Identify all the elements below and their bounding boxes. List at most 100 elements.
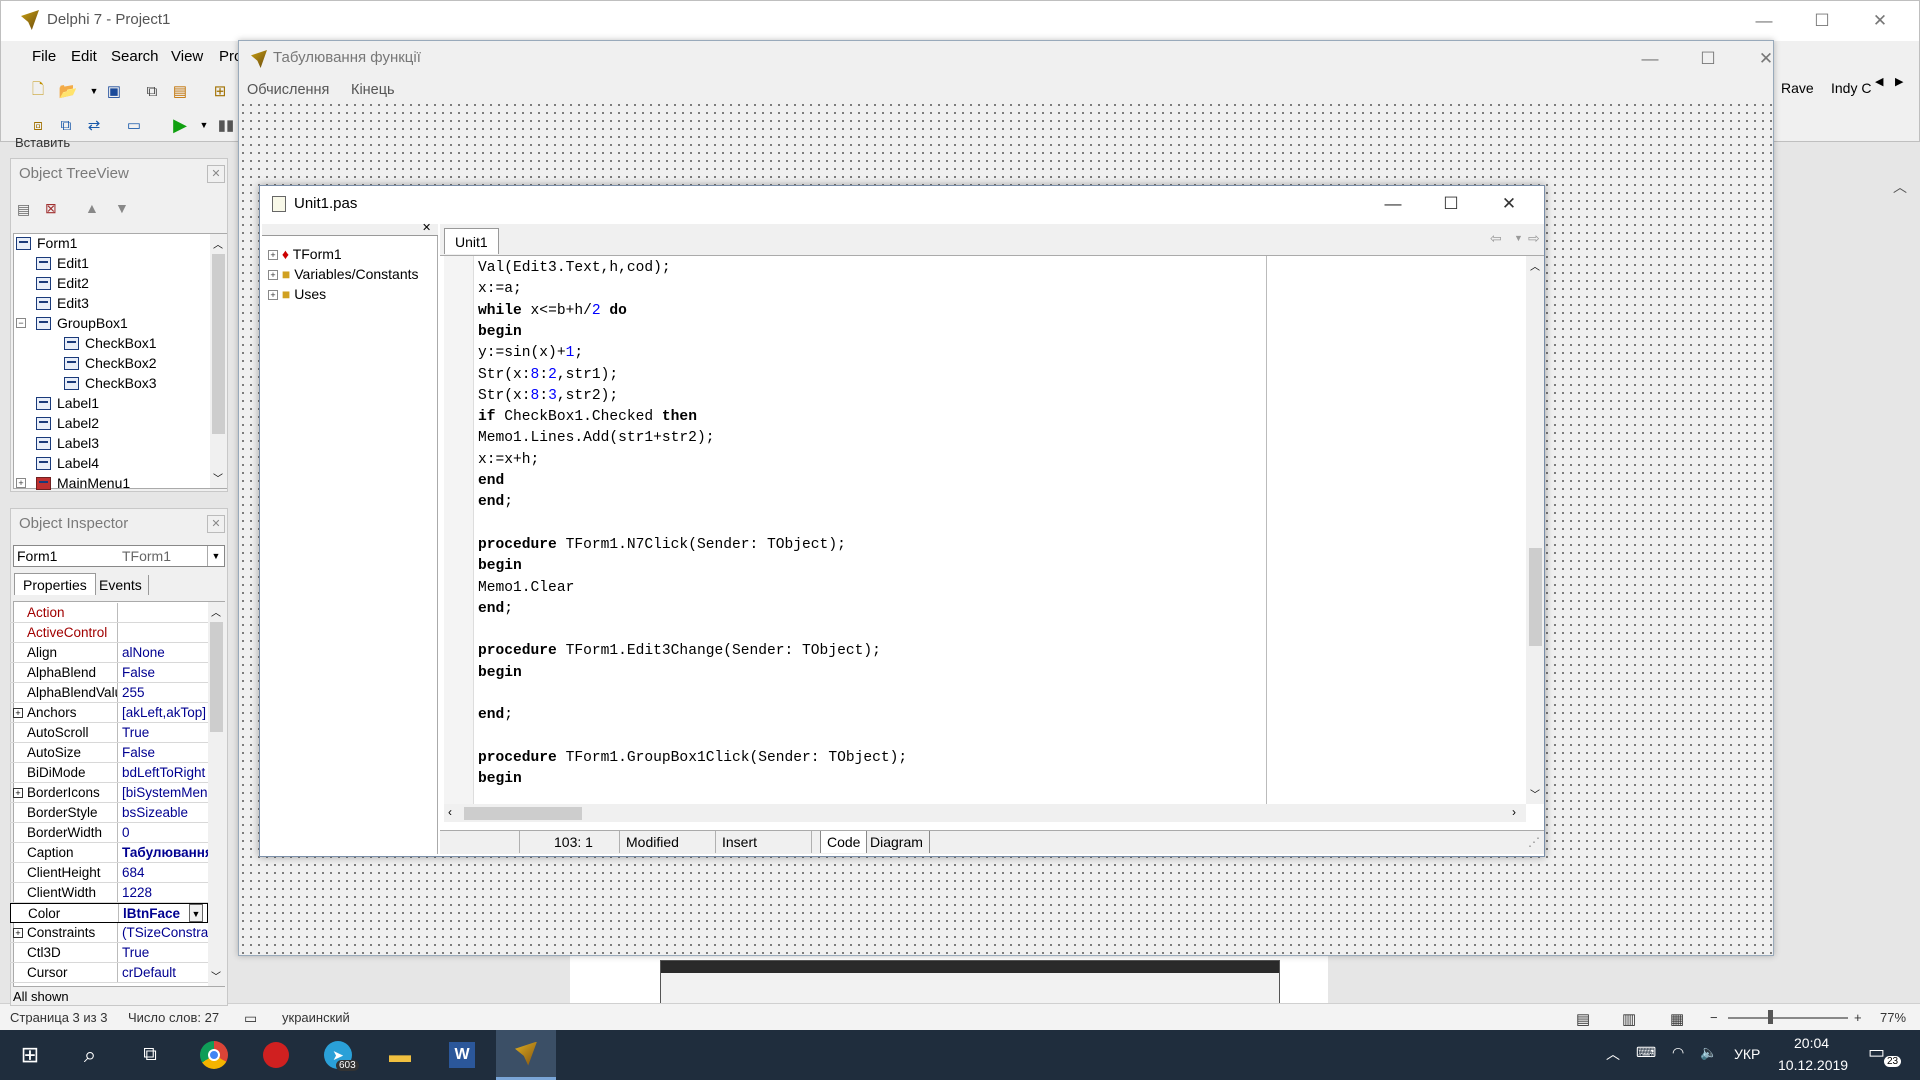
tree-item[interactable]: Label3: [36, 433, 99, 453]
code-line[interactable]: begin: [478, 556, 522, 577]
keyboard-icon[interactable]: ⌨: [1636, 1044, 1656, 1061]
toggle-form-unit-icon[interactable]: ⇄: [81, 112, 107, 138]
tree-item[interactable]: Edit1: [36, 253, 89, 273]
web-layout-icon[interactable]: ▦: [1670, 1010, 1684, 1028]
property-row[interactable]: BorderWidth 0: [10, 823, 208, 843]
chevron-down-icon[interactable]: ▼: [189, 904, 203, 922]
zoom-level[interactable]: 77%: [1880, 1010, 1906, 1025]
open-project-icon[interactable]: ▤: [167, 78, 193, 104]
property-row[interactable]: Action: [10, 603, 208, 623]
property-value[interactable]: 684: [120, 863, 208, 882]
scroll-left-icon[interactable]: ‹: [448, 805, 452, 819]
vscroll-thumb[interactable]: [1529, 548, 1542, 646]
scroll-right-icon[interactable]: ›: [1512, 805, 1516, 819]
print-layout-icon[interactable]: ▥: [1622, 1010, 1636, 1028]
proofing-icon[interactable]: ▭: [244, 1010, 257, 1027]
tree-item[interactable]: Label4: [36, 453, 99, 473]
move-up-icon[interactable]: ▲: [85, 200, 99, 216]
resize-grip-icon[interactable]: ⋰: [1528, 835, 1540, 849]
notification-icon[interactable]: ▭: [1868, 1042, 1885, 1063]
code-line[interactable]: end;: [478, 705, 513, 726]
tree-item[interactable]: Edit2: [36, 273, 89, 293]
code-line[interactable]: procedure TForm1.Edit3Change(Sender: TOb…: [478, 641, 881, 662]
code-line[interactable]: while x<=b+h/2 do: [478, 301, 627, 322]
app-red-icon[interactable]: [248, 1030, 304, 1080]
scroll-up-icon[interactable]: ︿: [1530, 258, 1540, 273]
code-editor-window[interactable]: Unit1.pas — ☐ ✕ ✕ + ♦ TForm1 + ■ Variabl…: [259, 185, 1545, 857]
tab-diagram[interactable]: Diagram: [864, 831, 930, 853]
palette-tab-indy[interactable]: Indy C: [1831, 80, 1871, 96]
scroll-down-icon[interactable]: ﹀: [211, 968, 221, 983]
code-line[interactable]: y:=sin(x)+1;: [478, 343, 583, 364]
scroll-down-icon[interactable]: ﹀: [1530, 786, 1540, 801]
code-line[interactable]: Str(x:8:3,str2);: [478, 386, 618, 407]
close-button[interactable]: ✕: [1857, 5, 1903, 37]
property-row[interactable]: BorderStyle bsSizeable: [10, 803, 208, 823]
form-menu-calculate[interactable]: Обчислення: [247, 82, 329, 98]
code-line[interactable]: Str(x:8:2,str1);: [478, 365, 618, 386]
add-file-icon[interactable]: ⊞: [207, 78, 233, 104]
pause-icon[interactable]: ▮▮: [213, 112, 239, 138]
scroll-down-icon[interactable]: ﹀: [213, 470, 223, 485]
code-line[interactable]: Memo1.Lines.Add(str1+str2);: [478, 428, 714, 449]
editor-vscrollbar[interactable]: ︿ ﹀: [1526, 256, 1544, 804]
explorer-node-uses[interactable]: + ■ Uses: [268, 286, 326, 302]
tree-item[interactable]: − GroupBox1: [16, 313, 128, 333]
form-maximize-button[interactable]: ☐: [1685, 43, 1731, 75]
editor-minimize-button[interactable]: —: [1370, 188, 1416, 220]
property-row[interactable]: AutoSize False: [10, 743, 208, 763]
maximize-button[interactable]: ☐: [1799, 5, 1845, 37]
property-value[interactable]: Табулювання: [120, 843, 208, 862]
property-value[interactable]: 1228: [120, 883, 208, 902]
task-view-icon[interactable]: ⧉: [122, 1030, 178, 1080]
palette-scroll-left-icon[interactable]: ◀: [1875, 75, 1883, 88]
property-value[interactable]: True: [120, 943, 208, 962]
minimize-button[interactable]: —: [1741, 5, 1787, 37]
expand-property-icon[interactable]: +: [13, 708, 23, 718]
code-line[interactable]: begin: [478, 769, 522, 790]
scroll-up-icon[interactable]: ︿: [213, 236, 223, 251]
language-indicator[interactable]: украинский: [282, 1010, 350, 1025]
property-value[interactable]: bdLeftToRight: [120, 763, 208, 782]
property-row[interactable]: Color lBtnFace ▼: [10, 903, 208, 923]
tree-item[interactable]: + MainMenu1: [16, 473, 130, 493]
chevron-up-icon[interactable]: ︿: [1893, 177, 1907, 197]
tree-item[interactable]: Label1: [36, 393, 99, 413]
code-line[interactable]: procedure TForm1.N7Click(Sender: TObject…: [478, 535, 846, 556]
property-row[interactable]: Cursor crDefault: [10, 963, 208, 983]
palette-scroll-right-icon[interactable]: ▶: [1895, 75, 1903, 88]
search-icon[interactable]: ⌕: [62, 1030, 118, 1080]
clock-date[interactable]: 10.12.2019: [1778, 1057, 1848, 1073]
tree-item[interactable]: Label2: [36, 413, 99, 433]
property-value[interactable]: 0: [120, 823, 208, 842]
nav-forward-icon[interactable]: ⇨: [1528, 230, 1540, 247]
zoom-in-button[interactable]: +: [1854, 1010, 1862, 1025]
run-icon[interactable]: ▶: [167, 112, 193, 138]
property-row[interactable]: BiDiMode bdLeftToRight: [10, 763, 208, 783]
tray-overflow-icon[interactable]: ︿: [1606, 1044, 1620, 1064]
property-row[interactable]: Anchors + [akLeft,akTop]: [10, 703, 208, 723]
property-value[interactable]: alNone: [120, 643, 208, 662]
wifi-icon[interactable]: ◠: [1672, 1044, 1684, 1061]
property-row[interactable]: Constraints + (TSizeConstra: [10, 923, 208, 943]
treeview-delete-icon[interactable]: ⊠: [45, 200, 57, 217]
palette-tab-rave[interactable]: Rave: [1781, 80, 1814, 96]
explorer-node-tform[interactable]: + ♦ TForm1: [268, 246, 342, 262]
code-line[interactable]: if CheckBox1.Checked then: [478, 407, 697, 428]
property-value[interactable]: 255: [120, 683, 208, 702]
tree-item[interactable]: CheckBox3: [64, 373, 157, 393]
treeview-scrollbar[interactable]: ︿ ﹀: [210, 234, 227, 488]
code-line[interactable]: begin: [478, 663, 522, 684]
word-icon[interactable]: W: [434, 1030, 490, 1080]
tree-item[interactable]: Form1: [16, 233, 77, 253]
form-menu-end[interactable]: Кінець: [351, 82, 395, 98]
zoom-out-button[interactable]: −: [1710, 1010, 1718, 1025]
code-line[interactable]: begin: [478, 322, 522, 343]
editor-gutter[interactable]: [444, 256, 474, 804]
menu-search[interactable]: Search: [111, 48, 159, 65]
nav-back-icon[interactable]: ⇦: [1490, 230, 1502, 247]
property-value[interactable]: [biSystemMenu]: [120, 783, 208, 802]
tree-item[interactable]: CheckBox1: [64, 333, 157, 353]
code-line[interactable]: x:=a;: [478, 279, 522, 300]
code-line[interactable]: procedure TForm1.GroupBox1Click(Sender: …: [478, 748, 907, 769]
